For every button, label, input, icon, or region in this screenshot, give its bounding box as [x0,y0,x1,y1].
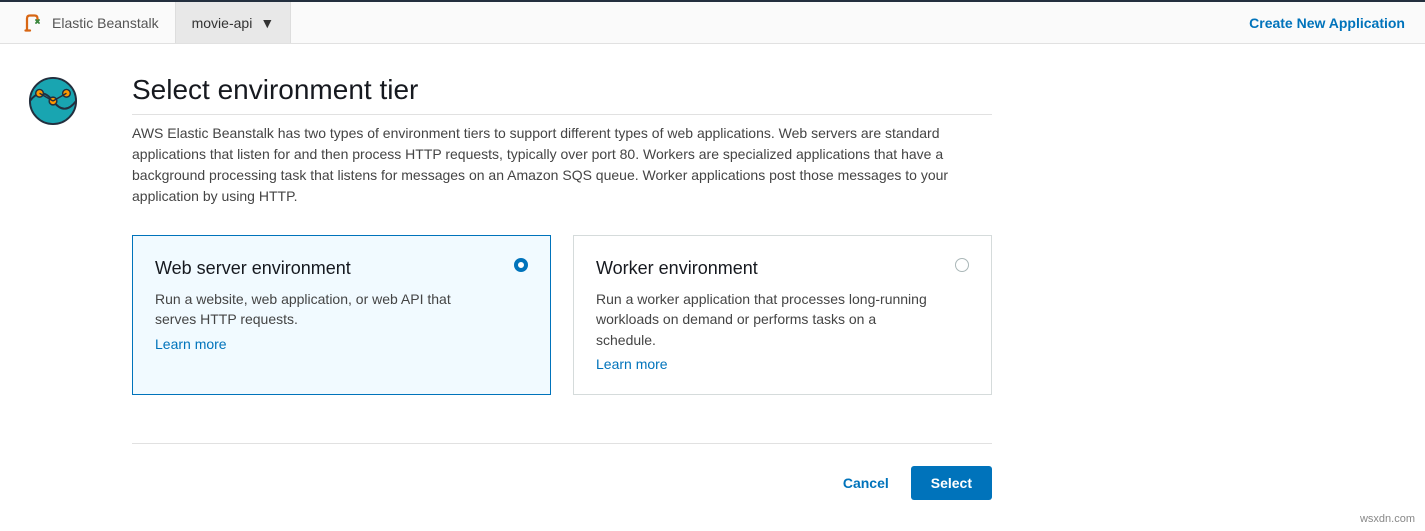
cancel-button[interactable]: Cancel [843,475,889,491]
tier-options: Web server environment Run a website, we… [132,235,992,395]
tier-desc-worker: Run a worker application that processes … [596,289,935,350]
learn-more-web-link[interactable]: Learn more [155,336,227,352]
main-content: Select environment tier AWS Elastic Bean… [0,44,1425,500]
tier-title-web: Web server environment [155,258,494,279]
page-title: Select environment tier [132,74,992,115]
tier-title-worker: Worker environment [596,258,935,279]
caret-down-icon: ▼ [260,15,274,31]
header-bar: Elastic Beanstalk movie-api ▼ Create New… [0,2,1425,44]
app-selector-dropdown[interactable]: movie-api ▼ [175,2,292,43]
content-column: Select environment tier AWS Elastic Bean… [82,74,992,500]
beanstalk-logo-icon [24,12,42,34]
page-icon-area [28,74,82,500]
tier-desc-web: Run a website, web application, or web A… [155,289,494,330]
tier-card-web-server[interactable]: Web server environment Run a website, we… [132,235,551,395]
watermark-text: wsxdn.com [1360,513,1415,525]
page-description: AWS Elastic Beanstalk has two types of e… [132,123,992,207]
service-name-label: Elastic Beanstalk [52,15,159,31]
select-button[interactable]: Select [911,466,992,500]
tier-card-worker[interactable]: Worker environment Run a worker applicat… [573,235,992,395]
action-bar: Cancel Select [132,443,992,500]
radio-web-server[interactable] [514,258,528,272]
learn-more-worker-link[interactable]: Learn more [596,356,668,372]
radio-worker[interactable] [955,258,969,272]
app-selector-label: movie-api [192,15,253,31]
create-new-application-link[interactable]: Create New Application [1249,15,1405,31]
service-brand[interactable]: Elastic Beanstalk [0,2,175,43]
header-left: Elastic Beanstalk movie-api ▼ [0,2,291,43]
environment-tier-icon [28,76,78,126]
